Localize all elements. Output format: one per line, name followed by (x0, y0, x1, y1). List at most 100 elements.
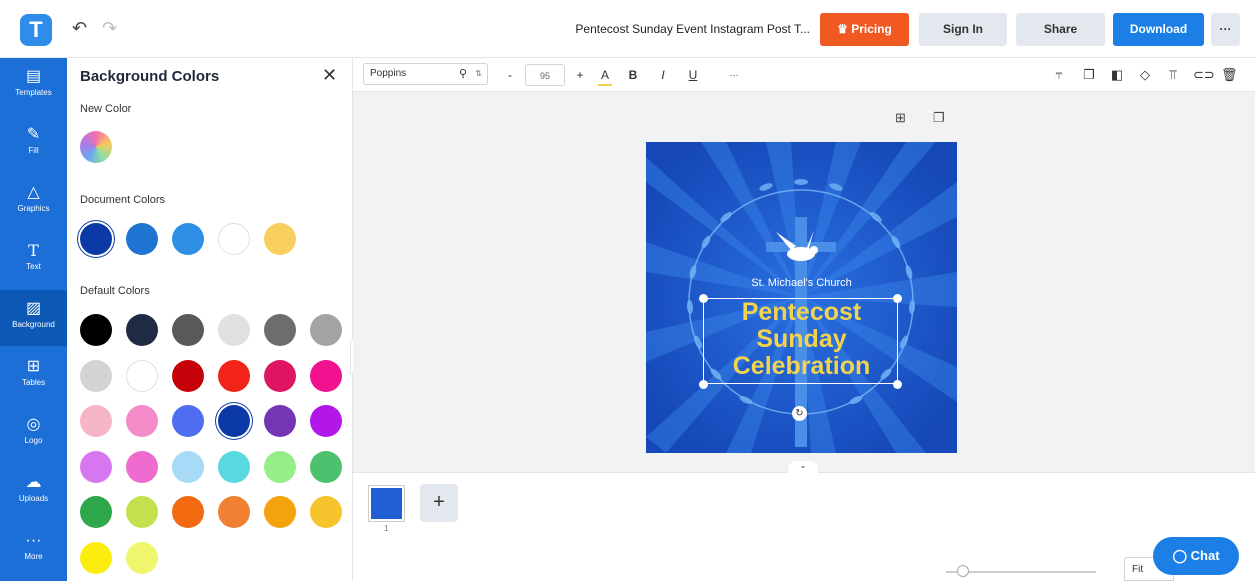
default-color-swatch[interactable] (218, 496, 250, 528)
default-color-swatch[interactable] (80, 541, 112, 574)
opacity-icon[interactable]: ◇ (1137, 64, 1153, 86)
redo-icon[interactable]: ↷ (102, 18, 117, 39)
underline-button[interactable]: U (686, 64, 700, 86)
chat-button[interactable]: ◯ Chat (1153, 537, 1239, 575)
default-color-swatch[interactable] (264, 314, 296, 346)
bold-button[interactable]: B (626, 64, 640, 86)
left-nav: ▤ Templates ✎ Fill △ Graphics T Text ▨ Backgr… (0, 58, 67, 581)
uploads-icon: ☁ (25, 474, 42, 491)
nav-text[interactable]: T Text (0, 232, 67, 288)
text-toolbar: Poppins ⚲ ⇅ - 95 + A B I U ··· ⥾ ❐ ◧ ◇ ⫪… (353, 58, 1255, 92)
link-icon[interactable]: ⊂⊃ (1193, 64, 1215, 86)
document-color-swatch[interactable] (264, 223, 296, 255)
default-colors-label: Default Colors (80, 285, 150, 297)
default-color-swatch[interactable] (80, 314, 112, 346)
default-color-swatch[interactable] (172, 450, 204, 483)
align-icon[interactable]: ⫪ (1165, 64, 1181, 86)
document-color-swatch[interactable] (218, 223, 250, 255)
resize-handle[interactable] (699, 380, 708, 389)
default-color-swatch[interactable] (126, 359, 158, 392)
new-color-label: New Color (80, 103, 132, 115)
default-color-swatch[interactable] (310, 405, 342, 437)
page-number: 1 (384, 524, 389, 533)
default-color-swatch[interactable] (172, 405, 204, 437)
default-color-swatch[interactable] (126, 314, 158, 346)
undo-icon[interactable]: ↶ (72, 18, 87, 39)
font-family-select[interactable]: Poppins ⚲ ⇅ (363, 63, 488, 85)
rotate-handle-icon[interactable]: ↻ (792, 406, 807, 421)
default-color-swatch[interactable] (172, 496, 204, 528)
nav-templates[interactable]: ▤ Templates (0, 58, 67, 114)
text-color-button[interactable]: A (598, 64, 612, 86)
new-color-picker[interactable] (80, 131, 112, 163)
default-color-swatch[interactable] (126, 541, 158, 574)
paint-roller-icon[interactable]: ⥾ (1051, 64, 1067, 86)
sign-in-button[interactable]: Sign In (919, 13, 1007, 46)
add-page-icon[interactable]: ⊞ (895, 110, 906, 126)
default-color-swatch[interactable] (80, 496, 112, 528)
trash-icon[interactable]: 🗑 (1221, 64, 1238, 86)
default-color-swatch[interactable] (126, 450, 158, 483)
background-icon: ▨ (25, 300, 42, 317)
add-page-button[interactable]: + (420, 484, 458, 522)
default-color-swatch[interactable] (172, 314, 204, 346)
italic-button[interactable]: I (656, 64, 670, 86)
document-title[interactable]: Pentecost Sunday Event Instagram Post T.… (520, 22, 810, 36)
nav-logo[interactable]: ◎ Logo (0, 406, 67, 462)
resize-handle[interactable] (893, 294, 902, 303)
zoom-slider-knob[interactable] (957, 565, 969, 577)
document-color-swatch[interactable] (80, 223, 112, 255)
default-color-swatch[interactable] (80, 405, 112, 437)
default-color-swatch[interactable] (264, 450, 296, 483)
resize-handle[interactable] (893, 380, 902, 389)
default-color-swatch[interactable] (218, 405, 250, 437)
page-thumbnail[interactable] (369, 486, 404, 521)
search-icon: ⚲ (458, 68, 467, 80)
default-color-swatch[interactable] (310, 314, 342, 346)
selection-box[interactable] (703, 298, 898, 384)
close-icon[interactable]: ✕ (322, 65, 337, 86)
default-color-swatch[interactable] (126, 405, 158, 437)
increase-size-button[interactable]: + (573, 64, 587, 86)
default-color-swatch[interactable] (80, 450, 112, 483)
graphics-icon: △ (27, 184, 40, 201)
duplicate-icon[interactable]: ❐ (1081, 64, 1097, 86)
resize-handle[interactable] (699, 294, 708, 303)
nav-uploads[interactable]: ☁ Uploads (0, 464, 67, 520)
default-color-swatch[interactable] (126, 496, 158, 528)
more-text-options-button[interactable]: ··· (725, 64, 743, 86)
nav-tables[interactable]: ⊞ Tables (0, 348, 67, 404)
default-color-swatch[interactable] (264, 359, 296, 392)
copy-page-icon[interactable]: ❐ (933, 110, 945, 126)
app-logo[interactable]: T (20, 14, 52, 46)
nav-more[interactable]: ··· More (0, 522, 67, 578)
chevron-down-icon[interactable]: ⌄ (788, 461, 818, 473)
default-color-swatch[interactable] (264, 405, 296, 437)
nav-fill[interactable]: ✎ Fill (0, 116, 67, 172)
church-name-text[interactable]: St. Michael's Church (646, 277, 957, 289)
layer-icon[interactable]: ◧ (1109, 64, 1125, 86)
default-color-swatch[interactable] (172, 359, 204, 392)
default-color-swatch[interactable] (218, 359, 250, 392)
default-color-swatch[interactable] (310, 496, 342, 528)
crown-icon: ♛ (837, 22, 852, 36)
document-color-swatch[interactable] (126, 223, 158, 255)
text-icon: T (28, 241, 39, 260)
default-color-swatch[interactable] (310, 359, 342, 392)
pricing-button[interactable]: ♛ Pricing (820, 13, 909, 46)
download-button[interactable]: Download (1113, 13, 1204, 46)
more-options-button[interactable]: ··· (1211, 13, 1240, 46)
decrease-size-button[interactable]: - (503, 64, 517, 86)
font-size-input[interactable]: 95 (525, 64, 565, 86)
share-button[interactable]: Share (1016, 13, 1105, 46)
default-color-swatch[interactable] (310, 450, 342, 483)
default-color-swatch[interactable] (218, 450, 250, 483)
spinner-icon: ⇅ (475, 69, 482, 78)
default-color-swatch[interactable] (80, 359, 112, 392)
more-icon: ··· (25, 532, 42, 549)
default-color-swatch[interactable] (218, 314, 250, 346)
nav-graphics[interactable]: △ Graphics (0, 174, 67, 230)
nav-background[interactable]: ▨ Background (0, 290, 67, 346)
default-color-swatch[interactable] (264, 496, 296, 528)
document-color-swatch[interactable] (172, 223, 204, 255)
